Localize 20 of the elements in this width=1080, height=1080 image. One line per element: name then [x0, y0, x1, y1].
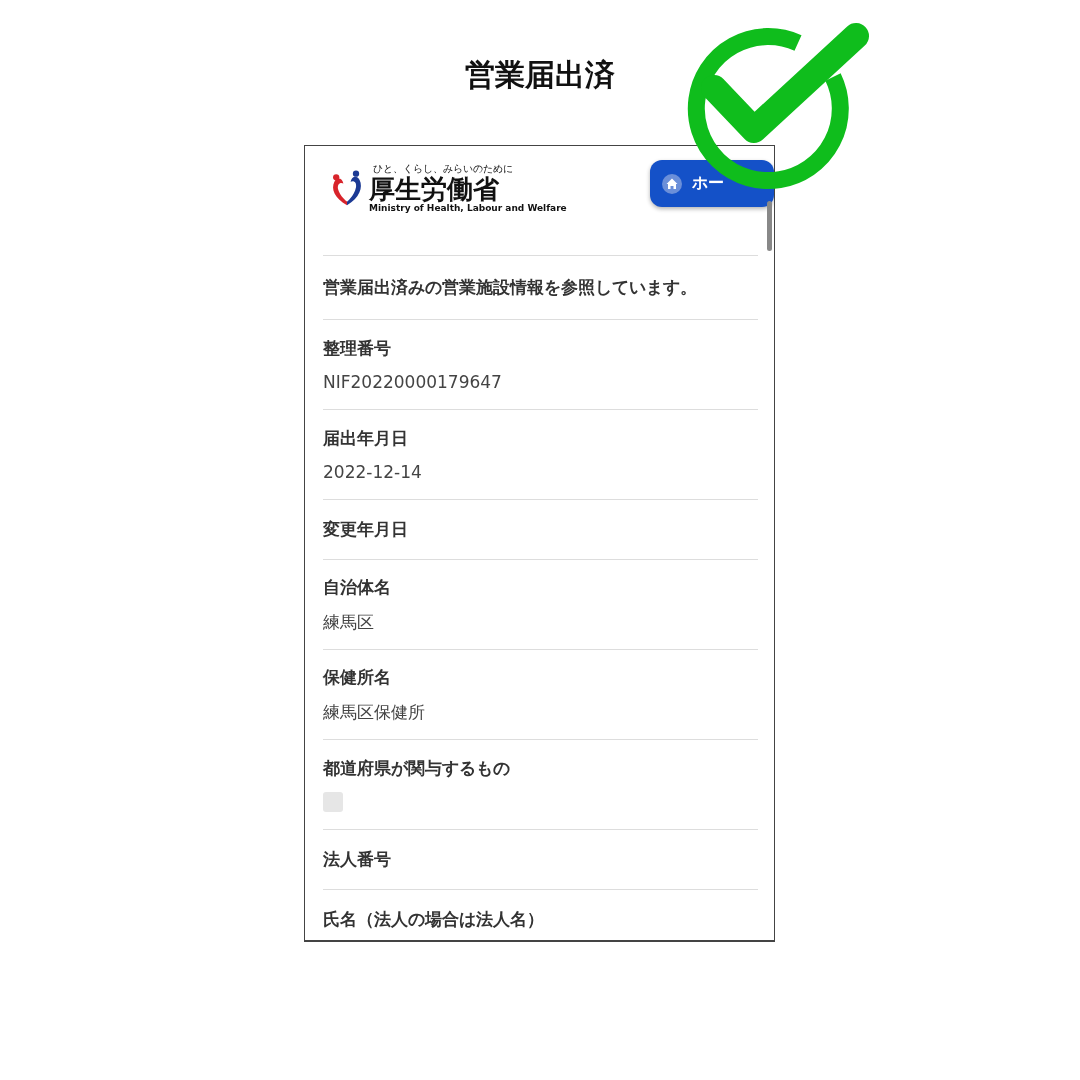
field-label: 自治体名 [323, 575, 392, 599]
field-label: 法人番号 [323, 848, 392, 871]
field-label: 整理番号 [323, 337, 392, 360]
logo-name: 厚生労働省 [369, 176, 500, 202]
field-label: 氏名（法人の場合は法人名） [323, 908, 545, 931]
scrollbar[interactable] [767, 201, 772, 251]
field-label: 都道府県が関与するもの [323, 757, 511, 780]
field-value: NIF20220000179647 [323, 372, 503, 392]
home-icon [662, 173, 682, 194]
logo-english-name: Ministry of Health, Labour and Welfare [369, 204, 567, 213]
field-value: 練馬区 [323, 610, 375, 634]
field-label: 変更年月日 [323, 518, 409, 541]
field-label: 届出年月日 [323, 427, 409, 450]
intro-text: 営業届出済みの営業施設情報を参照しています。 [323, 276, 698, 299]
field-value: 練馬区保健所 [323, 700, 426, 724]
page-heading: 営業届出済 [464, 56, 616, 94]
checkbox[interactable] [323, 792, 343, 812]
logo-tagline: ひと、くらし、みらいのために [373, 164, 514, 174]
field-value: 2022-12-14 [323, 462, 423, 482]
field-label: 保健所名 [323, 665, 392, 689]
